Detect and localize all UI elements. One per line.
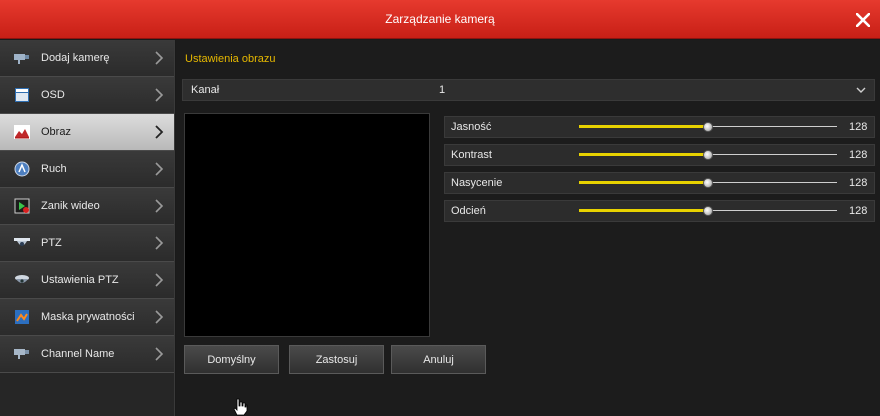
window-title: Zarządzanie kamerą xyxy=(385,12,495,26)
sidebar-item-osd[interactable]: OSD xyxy=(0,77,174,114)
sidebar-item-label: Channel Name xyxy=(41,348,115,360)
osd-icon xyxy=(13,87,31,103)
channel-label: Kanał xyxy=(191,84,220,96)
chevron-right-icon xyxy=(155,199,164,213)
title-bar: Zarządzanie kamerą xyxy=(0,0,880,39)
apply-button[interactable]: Zastosuj xyxy=(289,345,384,374)
slider-value: 128 xyxy=(849,205,868,217)
sidebar-item-privacy-mask[interactable]: Maska prywatności xyxy=(0,299,174,336)
slider-label: Nasycenie xyxy=(451,177,503,189)
sidebar-item-video-loss[interactable]: Zanik wideo xyxy=(0,188,174,225)
slider-row-saturation: Nasycenie 128 xyxy=(444,172,875,194)
sidebar-item-label: Obraz xyxy=(41,126,71,138)
channel-select[interactable]: Kanał 1 xyxy=(182,79,875,101)
chevron-right-icon xyxy=(155,51,164,65)
sidebar-item-add-camera[interactable]: Dodaj kamerę xyxy=(0,40,174,77)
slider-value: 128 xyxy=(849,121,868,133)
main-panel: Ustawienia obrazu Kanał 1 Jasność 128 Ko… xyxy=(176,40,880,416)
hue-slider[interactable] xyxy=(579,204,837,218)
slider-thumb[interactable] xyxy=(703,206,713,216)
sidebar-item-ptz[interactable]: PTZ xyxy=(0,225,174,262)
sidebar-item-label: Dodaj kamerę xyxy=(41,52,110,64)
channel-name-icon xyxy=(13,346,31,362)
hand-cursor-icon xyxy=(233,398,248,416)
slider-row-brightness: Jasność 128 xyxy=(444,116,875,138)
sidebar-item-label: Ustawienia PTZ xyxy=(41,274,119,286)
saturation-slider[interactable] xyxy=(579,176,837,190)
close-button[interactable] xyxy=(852,9,874,31)
channel-value: 1 xyxy=(439,84,446,96)
chevron-right-icon xyxy=(155,347,164,361)
brightness-slider[interactable] xyxy=(579,120,837,134)
sidebar-item-label: OSD xyxy=(41,89,65,101)
sidebar-item-label: Ruch xyxy=(41,163,67,175)
slider-label: Kontrast xyxy=(451,149,492,161)
privacy-mask-icon xyxy=(13,309,31,325)
chevron-right-icon xyxy=(155,88,164,102)
add-camera-icon xyxy=(13,50,31,66)
slider-label: Odcień xyxy=(451,205,486,217)
default-button[interactable]: Domyślny xyxy=(184,345,279,374)
cancel-button[interactable]: Anuluj xyxy=(391,345,486,374)
section-title: Ustawienia obrazu xyxy=(185,53,276,65)
sidebar-item-ptz-settings[interactable]: Ustawienia PTZ xyxy=(0,262,174,299)
contrast-slider[interactable] xyxy=(579,148,837,162)
chevron-right-icon xyxy=(155,273,164,287)
slider-label: Jasność xyxy=(451,121,492,133)
ptz-settings-icon xyxy=(13,272,31,288)
slider-thumb[interactable] xyxy=(703,150,713,160)
video-loss-icon xyxy=(13,198,31,214)
slider-thumb[interactable] xyxy=(703,122,713,132)
sidebar-item-motion[interactable]: Ruch xyxy=(0,151,174,188)
sidebar-item-channel-name[interactable]: Channel Name xyxy=(0,336,174,373)
slider-row-hue: Odcień 128 xyxy=(444,200,875,222)
close-icon xyxy=(856,13,870,27)
sidebar: Dodaj kamerę OSD Obraz Ruch Zanik wideo xyxy=(0,40,175,416)
video-preview xyxy=(184,113,430,337)
ptz-icon xyxy=(13,235,31,251)
slider-row-contrast: Kontrast 128 xyxy=(444,144,875,166)
chevron-down-icon xyxy=(856,87,866,93)
chevron-right-icon xyxy=(155,236,164,250)
sidebar-item-label: PTZ xyxy=(41,237,62,249)
image-icon xyxy=(13,124,31,140)
sidebar-item-label: Zanik wideo xyxy=(41,200,100,212)
image-sliders: Jasność 128 Kontrast 128 Nasycenie 128 O… xyxy=(444,116,875,228)
sidebar-item-image[interactable]: Obraz xyxy=(0,114,174,151)
chevron-right-icon xyxy=(155,125,164,139)
sidebar-item-label: Maska prywatności xyxy=(41,311,135,323)
slider-value: 128 xyxy=(849,149,868,161)
chevron-right-icon xyxy=(155,310,164,324)
chevron-right-icon xyxy=(155,162,164,176)
slider-value: 128 xyxy=(849,177,868,189)
motion-icon xyxy=(13,161,31,177)
slider-thumb[interactable] xyxy=(703,178,713,188)
